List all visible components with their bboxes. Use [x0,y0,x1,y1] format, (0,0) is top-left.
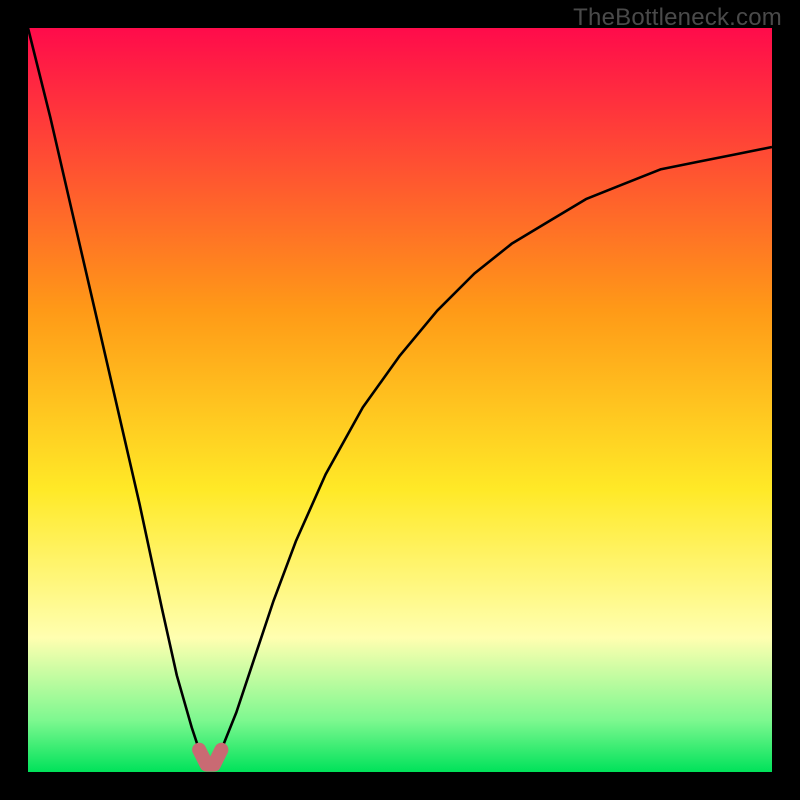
gradient-background [28,28,772,772]
chart-svg [0,0,800,800]
chart-frame: { "watermark": "TheBottleneck.com", "col… [0,0,800,800]
